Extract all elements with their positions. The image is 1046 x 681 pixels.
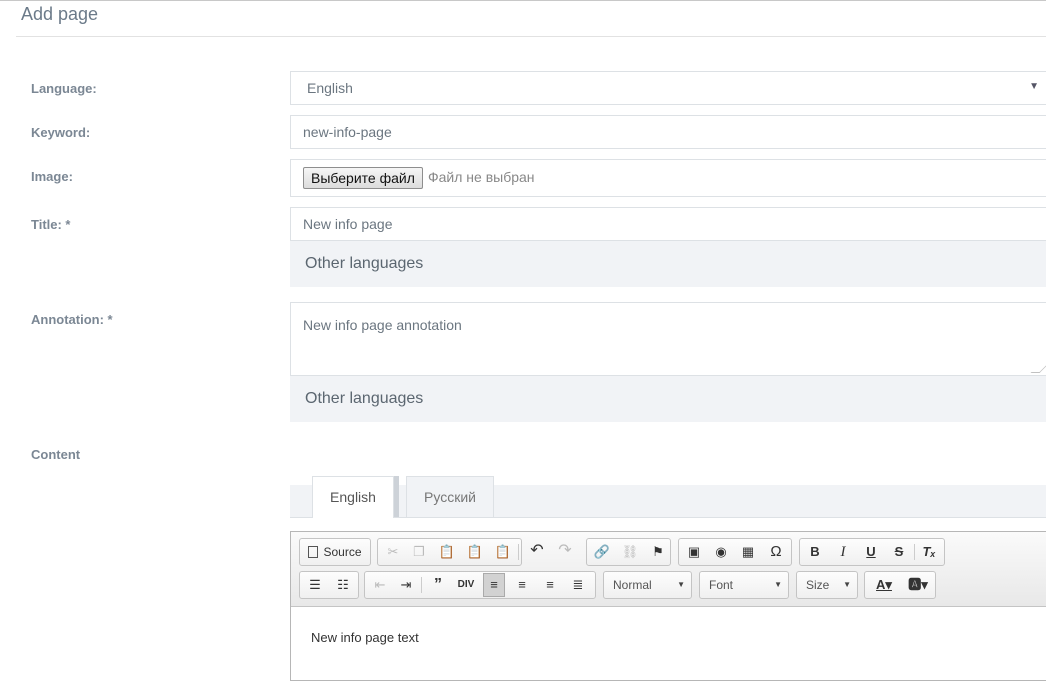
source-group: Source <box>299 538 371 566</box>
toolbar-separator <box>914 544 915 560</box>
chevron-down-icon: ▼ <box>1029 81 1039 92</box>
content-label: Content <box>31 447 80 462</box>
chevron-down-icon: ▼ <box>843 575 851 595</box>
toolbar-separator <box>518 544 519 560</box>
source-icon <box>308 546 318 558</box>
title-divider <box>16 36 1046 37</box>
source-label: Source <box>323 545 361 559</box>
link-icon[interactable]: 🔗 <box>591 542 613 562</box>
tab-english[interactable]: English <box>312 476 394 518</box>
rich-text-editor: Source ✂ ❐ 📋 📋 📋 ↶ ↷ 🔗 ⛓ ⚑ ▣ ◉ ▦ Ω B I U <box>290 531 1046 681</box>
blockquote-icon[interactable]: ” <box>427 575 449 595</box>
special-char-icon[interactable]: Ω <box>765 542 787 562</box>
image-icon[interactable]: ▣ <box>683 542 705 562</box>
source-button[interactable]: Source <box>303 542 367 562</box>
clipboard-group: ✂ ❐ 📋 📋 📋 <box>377 538 522 566</box>
title-value: New info page <box>303 216 393 232</box>
div-icon[interactable]: DIV <box>455 575 477 595</box>
file-status: Файл не выбран <box>428 169 535 185</box>
editor-toolbar: Source ✂ ❐ 📋 📋 📋 ↶ ↷ 🔗 ⛓ ⚑ ▣ ◉ ▦ Ω B I U <box>291 532 1046 607</box>
paragraph-group: ⇤ ⇥ ” DIV ≡ ≡ ≡ ≣ <box>364 571 596 599</box>
annotation-textarea[interactable]: New info page annotation <box>290 302 1046 376</box>
bulleted-list-icon[interactable]: ☷ <box>332 575 354 595</box>
top-border <box>0 0 1046 1</box>
basic-styles-group: B I U S Tₓ <box>799 538 945 566</box>
toolbar-separator <box>421 577 422 593</box>
cut-icon[interactable]: ✂ <box>382 542 404 562</box>
annotation-value: New info page annotation <box>303 317 462 333</box>
format-combo[interactable]: Normal▼ <box>603 571 692 599</box>
table-icon[interactable]: ▦ <box>737 542 759 562</box>
colors-group: A▾ 🅰▾ <box>864 571 936 599</box>
align-right-icon[interactable]: ≡ <box>539 575 561 595</box>
list-group: ☰ ☷ <box>299 571 359 599</box>
keyword-label: Keyword: <box>31 125 90 140</box>
underline-icon[interactable]: U <box>860 542 882 562</box>
font-combo[interactable]: Font▼ <box>699 571 789 599</box>
bold-icon[interactable]: B <box>804 542 826 562</box>
tab-separator <box>394 476 399 517</box>
italic-icon[interactable]: I <box>832 542 854 562</box>
choose-file-button[interactable]: Выберите файл <box>303 167 423 189</box>
size-combo-label: Size▼ <box>806 575 855 595</box>
title-label: Title: * <box>31 217 71 232</box>
redo-icon[interactable]: ↷ <box>554 541 576 561</box>
indent-icon[interactable]: ⇥ <box>395 575 417 595</box>
title-other-languages[interactable]: Other languages <box>290 241 1046 287</box>
paste-text-icon[interactable]: 📋 <box>464 542 486 562</box>
link-group: 🔗 ⛓ ⚑ <box>586 538 671 566</box>
outdent-icon[interactable]: ⇤ <box>369 575 391 595</box>
unlink-icon[interactable]: ⛓ <box>619 542 641 562</box>
language-value: English <box>307 80 353 96</box>
keyword-value: new-info-page <box>303 124 392 140</box>
bg-color-icon[interactable]: 🅰▾ <box>903 575 933 595</box>
strike-icon[interactable]: S <box>888 542 910 562</box>
format-combo-label: Normal▼ <box>613 575 689 595</box>
tab-russian[interactable]: Русский <box>406 476 494 517</box>
annotation-other-languages[interactable]: Other languages <box>290 376 1046 422</box>
remove-format-icon[interactable]: Tₓ <box>918 542 940 562</box>
image-file-field: Выберите файл Файл не выбран <box>290 159 1046 197</box>
text-color-icon[interactable]: A▾ <box>869 575 899 595</box>
title-input[interactable]: New info page <box>290 207 1046 241</box>
page-title: Add page <box>21 4 98 25</box>
align-center-icon[interactable]: ≡ <box>511 575 533 595</box>
language-tabs <box>290 485 1046 518</box>
annotation-other-languages-label: Other languages <box>305 390 423 408</box>
language-select[interactable]: English ▼ <box>290 71 1046 105</box>
keyword-input[interactable]: new-info-page <box>290 115 1046 149</box>
font-combo-label: Font▼ <box>709 575 786 595</box>
undo-icon[interactable]: ↶ <box>526 541 548 561</box>
annotation-label: Annotation: * <box>31 312 113 327</box>
chevron-down-icon: ▼ <box>774 575 782 595</box>
paste-icon[interactable]: 📋 <box>436 542 458 562</box>
chevron-down-icon: ▼ <box>677 575 685 595</box>
size-combo[interactable]: Size▼ <box>796 571 858 599</box>
image-label: Image: <box>31 169 73 184</box>
title-other-languages-label: Other languages <box>305 255 423 273</box>
language-label: Language: <box>31 81 97 96</box>
paste-word-icon[interactable]: 📋 <box>492 542 514 562</box>
justify-icon[interactable]: ≣ <box>567 575 589 595</box>
resize-handle-icon[interactable] <box>1031 364 1046 373</box>
flash-icon[interactable]: ◉ <box>710 542 732 562</box>
editor-content[interactable]: New info page text <box>311 630 419 645</box>
copy-icon[interactable]: ❐ <box>408 542 430 562</box>
numbered-list-icon[interactable]: ☰ <box>304 575 326 595</box>
anchor-icon[interactable]: ⚑ <box>647 542 669 562</box>
insert-group: ▣ ◉ ▦ Ω <box>678 538 792 566</box>
align-left-icon[interactable]: ≡ <box>483 573 505 597</box>
